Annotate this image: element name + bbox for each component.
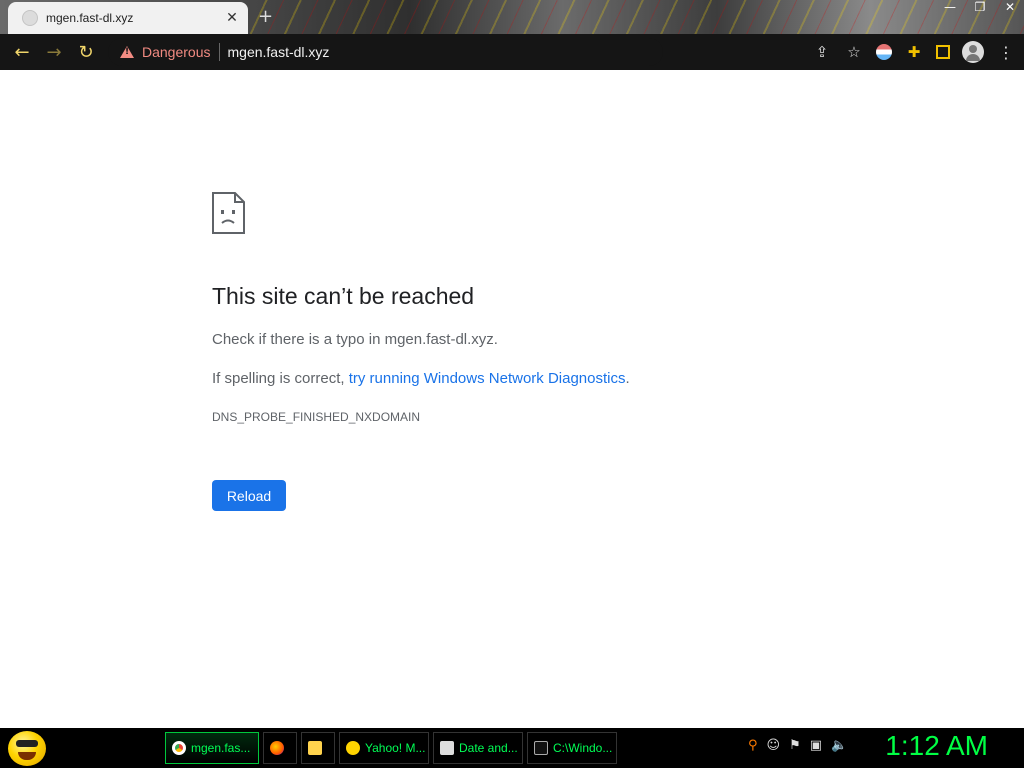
close-window-button[interactable]: ✕ (1002, 0, 1018, 14)
omnibox-divider (218, 43, 220, 61)
spelling-prefix: If spelling is correct, (212, 370, 349, 387)
back-button[interactable]: ← (6, 42, 38, 63)
flag-icon[interactable]: ⚑ (789, 738, 801, 753)
new-tab-button[interactable]: + (258, 6, 273, 27)
tab-title: mgen.fast-dl.xyz (46, 11, 134, 25)
taskbar: mgen.fas... Yahoo! M... Date and... C:\W… (0, 728, 1024, 768)
forward-button[interactable]: → (38, 42, 70, 63)
browser-tab[interactable]: mgen.fast-dl.xyz ✕ (8, 2, 248, 34)
task-label: C:\Windo... (553, 741, 613, 755)
task-yahoo[interactable]: Yahoo! M... (339, 732, 429, 764)
restore-button[interactable]: ❐ (972, 0, 988, 14)
volume-icon[interactable]: 🔈 (831, 738, 847, 753)
cmd-icon (534, 741, 548, 755)
menu-icon[interactable]: ⋮ (996, 42, 1016, 62)
task-label: mgen.fas... (191, 741, 251, 755)
task-label: Date and... (459, 741, 518, 755)
profile-icon[interactable] (962, 41, 984, 63)
sad-page-icon (212, 192, 245, 234)
tab-favicon-icon (22, 10, 38, 26)
diagnostics-link[interactable]: try running Windows Network Diagnostics (349, 370, 626, 387)
minimize-button[interactable]: — (942, 0, 958, 14)
puzzle-icon[interactable]: ✚ (904, 42, 924, 62)
network-icon[interactable]: ▣ (810, 738, 822, 753)
task-chrome[interactable]: mgen.fas... (165, 732, 259, 764)
system-tray: ⚲ ☺ ⚑ ▣ 🔈 (748, 738, 847, 753)
firefox-icon (270, 741, 284, 755)
window-controls: — ❐ ✕ (942, 0, 1018, 14)
share-icon[interactable]: ⇪ (812, 42, 832, 62)
error-code: DNS_PROBE_FINISHED_NXDOMAIN (212, 410, 421, 424)
start-button[interactable] (8, 731, 46, 766)
task-label: Yahoo! M... (365, 741, 426, 755)
tab-strip: mgen.fast-dl.xyz ✕ + — ❐ ✕ (0, 0, 1024, 34)
messenger-icon[interactable]: ☺ (767, 738, 781, 753)
chrome-icon (172, 741, 186, 755)
side-panel-icon[interactable] (936, 45, 950, 59)
security-status[interactable]: Dangerous (142, 44, 211, 60)
task-firefox[interactable] (263, 732, 297, 764)
star-icon[interactable]: ☆ (844, 42, 864, 62)
spelling-suffix: . (625, 370, 630, 387)
error-page: This site can’t be reached Check if ther… (0, 70, 1024, 728)
tab-close-icon[interactable]: ✕ (224, 10, 240, 26)
spelling-message: If spelling is correct, try running Wind… (212, 370, 630, 387)
reload-button[interactable]: Reload (212, 480, 286, 511)
date-time-icon (440, 741, 454, 755)
task-cmd[interactable]: C:\Windo... (527, 732, 617, 764)
task-folder[interactable] (301, 732, 335, 764)
warning-icon[interactable] (120, 46, 134, 58)
address-bar[interactable]: Dangerous mgen.fast-dl.xyz (108, 38, 663, 66)
clock[interactable]: 1:12 AM (885, 730, 988, 762)
yahoo-icon (346, 741, 360, 755)
page-title: This site can’t be reached (212, 283, 475, 309)
browser-toolbar: ← → ↻ Dangerous mgen.fast-dl.xyz ⇪ ☆ ✚ ⋮ (0, 34, 1024, 70)
url-text[interactable]: mgen.fast-dl.xyz (228, 44, 330, 60)
reload-page-button[interactable]: ↻ (70, 42, 102, 63)
task-list: mgen.fas... Yahoo! M... Date and... C:\W… (165, 732, 617, 764)
task-date-time[interactable]: Date and... (433, 732, 523, 764)
folder-icon (308, 741, 322, 755)
extension-icon[interactable] (876, 44, 892, 60)
typo-message: Check if there is a typo in mgen.fast-dl… (212, 331, 498, 348)
search-icon[interactable]: ⚲ (748, 738, 758, 753)
toolbar-actions: ⇪ ☆ ✚ ⋮ (812, 34, 1016, 70)
theme-background (250, 0, 1024, 34)
